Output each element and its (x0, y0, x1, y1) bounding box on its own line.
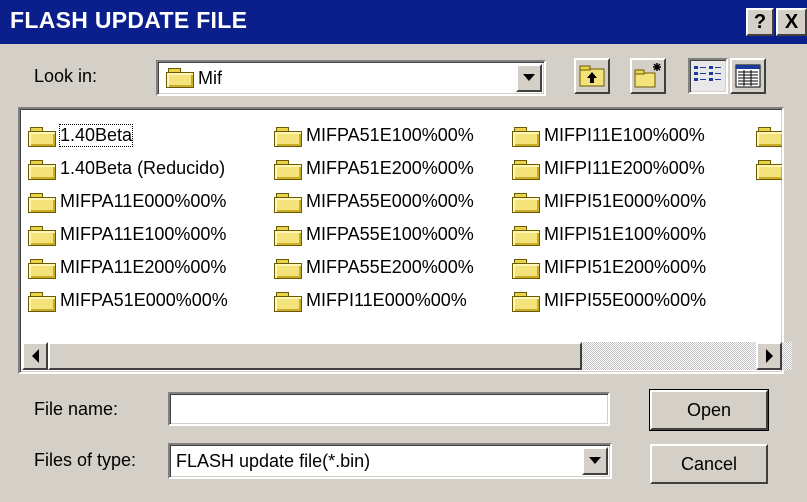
list-item[interactable]: MIFPI11E000%00% (274, 284, 474, 317)
folder-icon (274, 192, 302, 213)
file-column: MIFPA51E100%00% MIFPA51E200%00% MIFPA55E… (274, 119, 474, 317)
help-button[interactable]: ? (746, 8, 774, 36)
folder-icon (274, 225, 302, 246)
list-item[interactable]: MIFPI51E100%00% (512, 218, 706, 251)
arrow-left-icon (31, 349, 39, 363)
look-in-label: Look in: (34, 66, 98, 86)
window-title: FLASH UPDATE FILE (10, 7, 248, 33)
close-button[interactable]: X (776, 8, 807, 36)
list-item[interactable]: MIFPA55E200%00% (274, 251, 474, 284)
scroll-right-button[interactable] (756, 342, 782, 370)
list-item[interactable]: MIFPA11E200%00% (28, 251, 228, 284)
list-item[interactable]: MIFPI55E000%00% (512, 284, 706, 317)
horizontal-scrollbar[interactable] (22, 342, 792, 370)
chevron-down-icon (589, 457, 601, 464)
arrow-right-icon (765, 349, 773, 363)
folder-open-icon (166, 67, 194, 88)
new-folder-button[interactable] (630, 58, 666, 94)
list-item[interactable]: MIFPI51E200%00% (512, 251, 706, 284)
file-type-value: FLASH update file(*.bin) (176, 451, 371, 471)
list-item[interactable]: MIFPA11E000%00% (28, 185, 228, 218)
folder-icon (512, 258, 540, 279)
scroll-left-button[interactable] (22, 342, 48, 370)
file-list-items: 1.40Beta 1.40Beta (Reducido) MIFPA11E000… (22, 111, 782, 344)
list-item[interactable]: MIFPA51E000%00% (28, 284, 228, 317)
cancel-button[interactable]: Cancel (650, 444, 768, 484)
look-in-value: Mif (198, 68, 222, 88)
list-item[interactable]: MIFPA55E100%00% (274, 218, 474, 251)
list-item[interactable]: MIFPA11E100%00% (28, 218, 228, 251)
file-type-dropdown-button[interactable] (582, 447, 608, 475)
details-view-button[interactable] (730, 58, 766, 94)
scroll-thumb[interactable] (48, 342, 582, 370)
list-item[interactable]: MIFPA51E100%00% (274, 119, 474, 152)
details-view-icon (735, 64, 761, 88)
look-in-combo[interactable]: Mif (156, 60, 546, 96)
list-item[interactable]: M (756, 119, 782, 152)
file-name-label: File name: (34, 399, 119, 419)
folder-icon (512, 126, 540, 147)
file-name-input[interactable] (168, 392, 610, 426)
folder-icon (274, 258, 302, 279)
file-column: 1.40Beta 1.40Beta (Reducido) MIFPA11E000… (28, 119, 228, 317)
folder-icon (512, 159, 540, 180)
chevron-down-icon (523, 74, 535, 81)
file-type-label: Files of type: (34, 450, 137, 470)
up-one-level-icon (579, 65, 605, 87)
list-item[interactable]: M (756, 152, 782, 185)
list-view-icon (694, 66, 721, 81)
folder-icon (274, 159, 302, 180)
folder-icon (28, 126, 56, 147)
folder-icon (28, 192, 56, 213)
file-list[interactable]: 1.40Beta 1.40Beta (Reducido) MIFPA11E000… (18, 107, 792, 374)
new-folder-icon (634, 63, 661, 88)
folder-icon (512, 192, 540, 213)
list-item[interactable]: 1.40Beta (28, 119, 228, 152)
file-column: M M (756, 119, 782, 185)
folder-icon (756, 159, 782, 180)
list-item[interactable]: MIFPA55E000%00% (274, 185, 474, 218)
list-item[interactable]: MIFPI51E000%00% (512, 185, 706, 218)
folder-icon (28, 291, 56, 312)
folder-icon (28, 258, 56, 279)
folder-icon (274, 291, 302, 312)
list-item[interactable]: MIFPA51E200%00% (274, 152, 474, 185)
list-item[interactable]: MIFPI11E200%00% (512, 152, 706, 185)
list-item[interactable]: MIFPI11E100%00% (512, 119, 706, 152)
folder-icon (512, 225, 540, 246)
file-type-combo[interactable]: FLASH update file(*.bin) (168, 443, 612, 479)
look-in-dropdown-button[interactable] (516, 64, 542, 92)
up-one-level-button[interactable] (574, 58, 610, 94)
folder-icon (756, 126, 782, 147)
list-item[interactable]: 1.40Beta (Reducido) (28, 152, 228, 185)
list-view-button[interactable] (688, 58, 728, 94)
folder-icon (512, 291, 540, 312)
open-button[interactable]: Open (649, 389, 769, 431)
file-column: MIFPI11E100%00% MIFPI11E200%00% MIFPI51E… (512, 119, 706, 317)
folder-icon (28, 159, 56, 180)
folder-icon (28, 225, 56, 246)
folder-icon (274, 126, 302, 147)
